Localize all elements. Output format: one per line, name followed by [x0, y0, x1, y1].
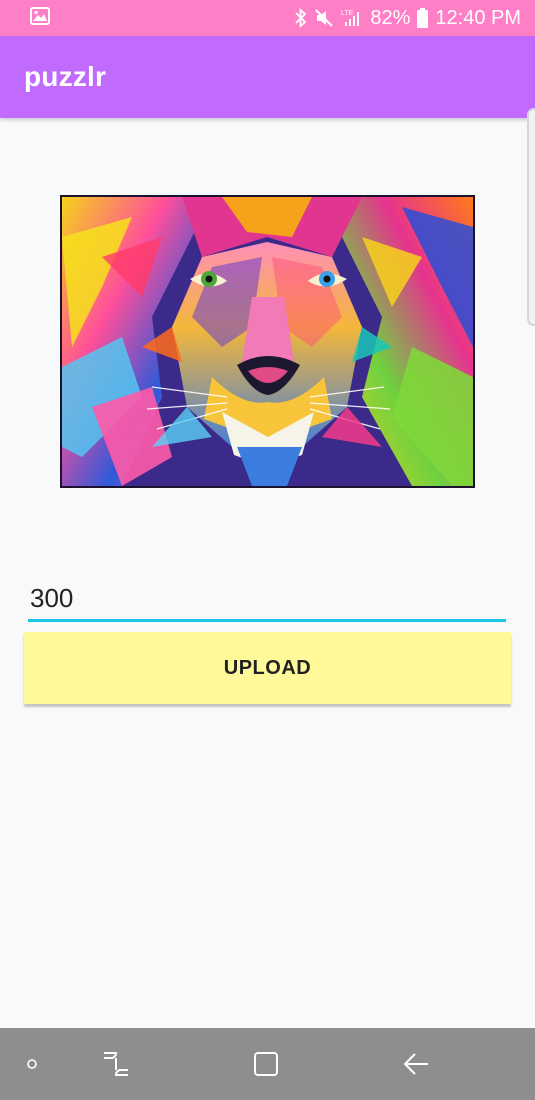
lte-signal-icon: LTE	[341, 8, 363, 28]
home-button[interactable]	[240, 1028, 292, 1100]
recents-icon	[104, 1052, 128, 1076]
lion-artwork-icon	[62, 197, 473, 486]
piece-count-field[interactable]	[28, 578, 506, 622]
bluetooth-icon	[295, 8, 307, 28]
app-title: puzzlr	[24, 61, 107, 92]
back-button[interactable]	[390, 1028, 442, 1100]
puzzle-image[interactable]	[60, 195, 475, 488]
gallery-notification-icon	[30, 6, 50, 30]
piece-count-input[interactable]	[28, 578, 506, 618]
back-icon	[403, 1053, 428, 1075]
battery-icon	[417, 8, 429, 28]
navigation-bar	[0, 1028, 535, 1100]
edge-panel-handle[interactable]	[527, 108, 535, 326]
recents-button[interactable]	[90, 1028, 142, 1100]
svg-text:LTE: LTE	[341, 10, 354, 17]
upload-button[interactable]: UPLOAD	[24, 632, 511, 704]
nav-dot-button[interactable]	[14, 1028, 50, 1100]
battery-percent: 82%	[370, 6, 411, 29]
recent-dot-icon	[27, 1059, 37, 1069]
mute-icon	[314, 8, 334, 28]
status-bar: LTE 82% 12:40 PM	[0, 0, 535, 36]
clock: 12:40 PM	[435, 6, 521, 29]
home-icon	[254, 1052, 278, 1076]
app-bar: puzzlr	[0, 36, 535, 118]
